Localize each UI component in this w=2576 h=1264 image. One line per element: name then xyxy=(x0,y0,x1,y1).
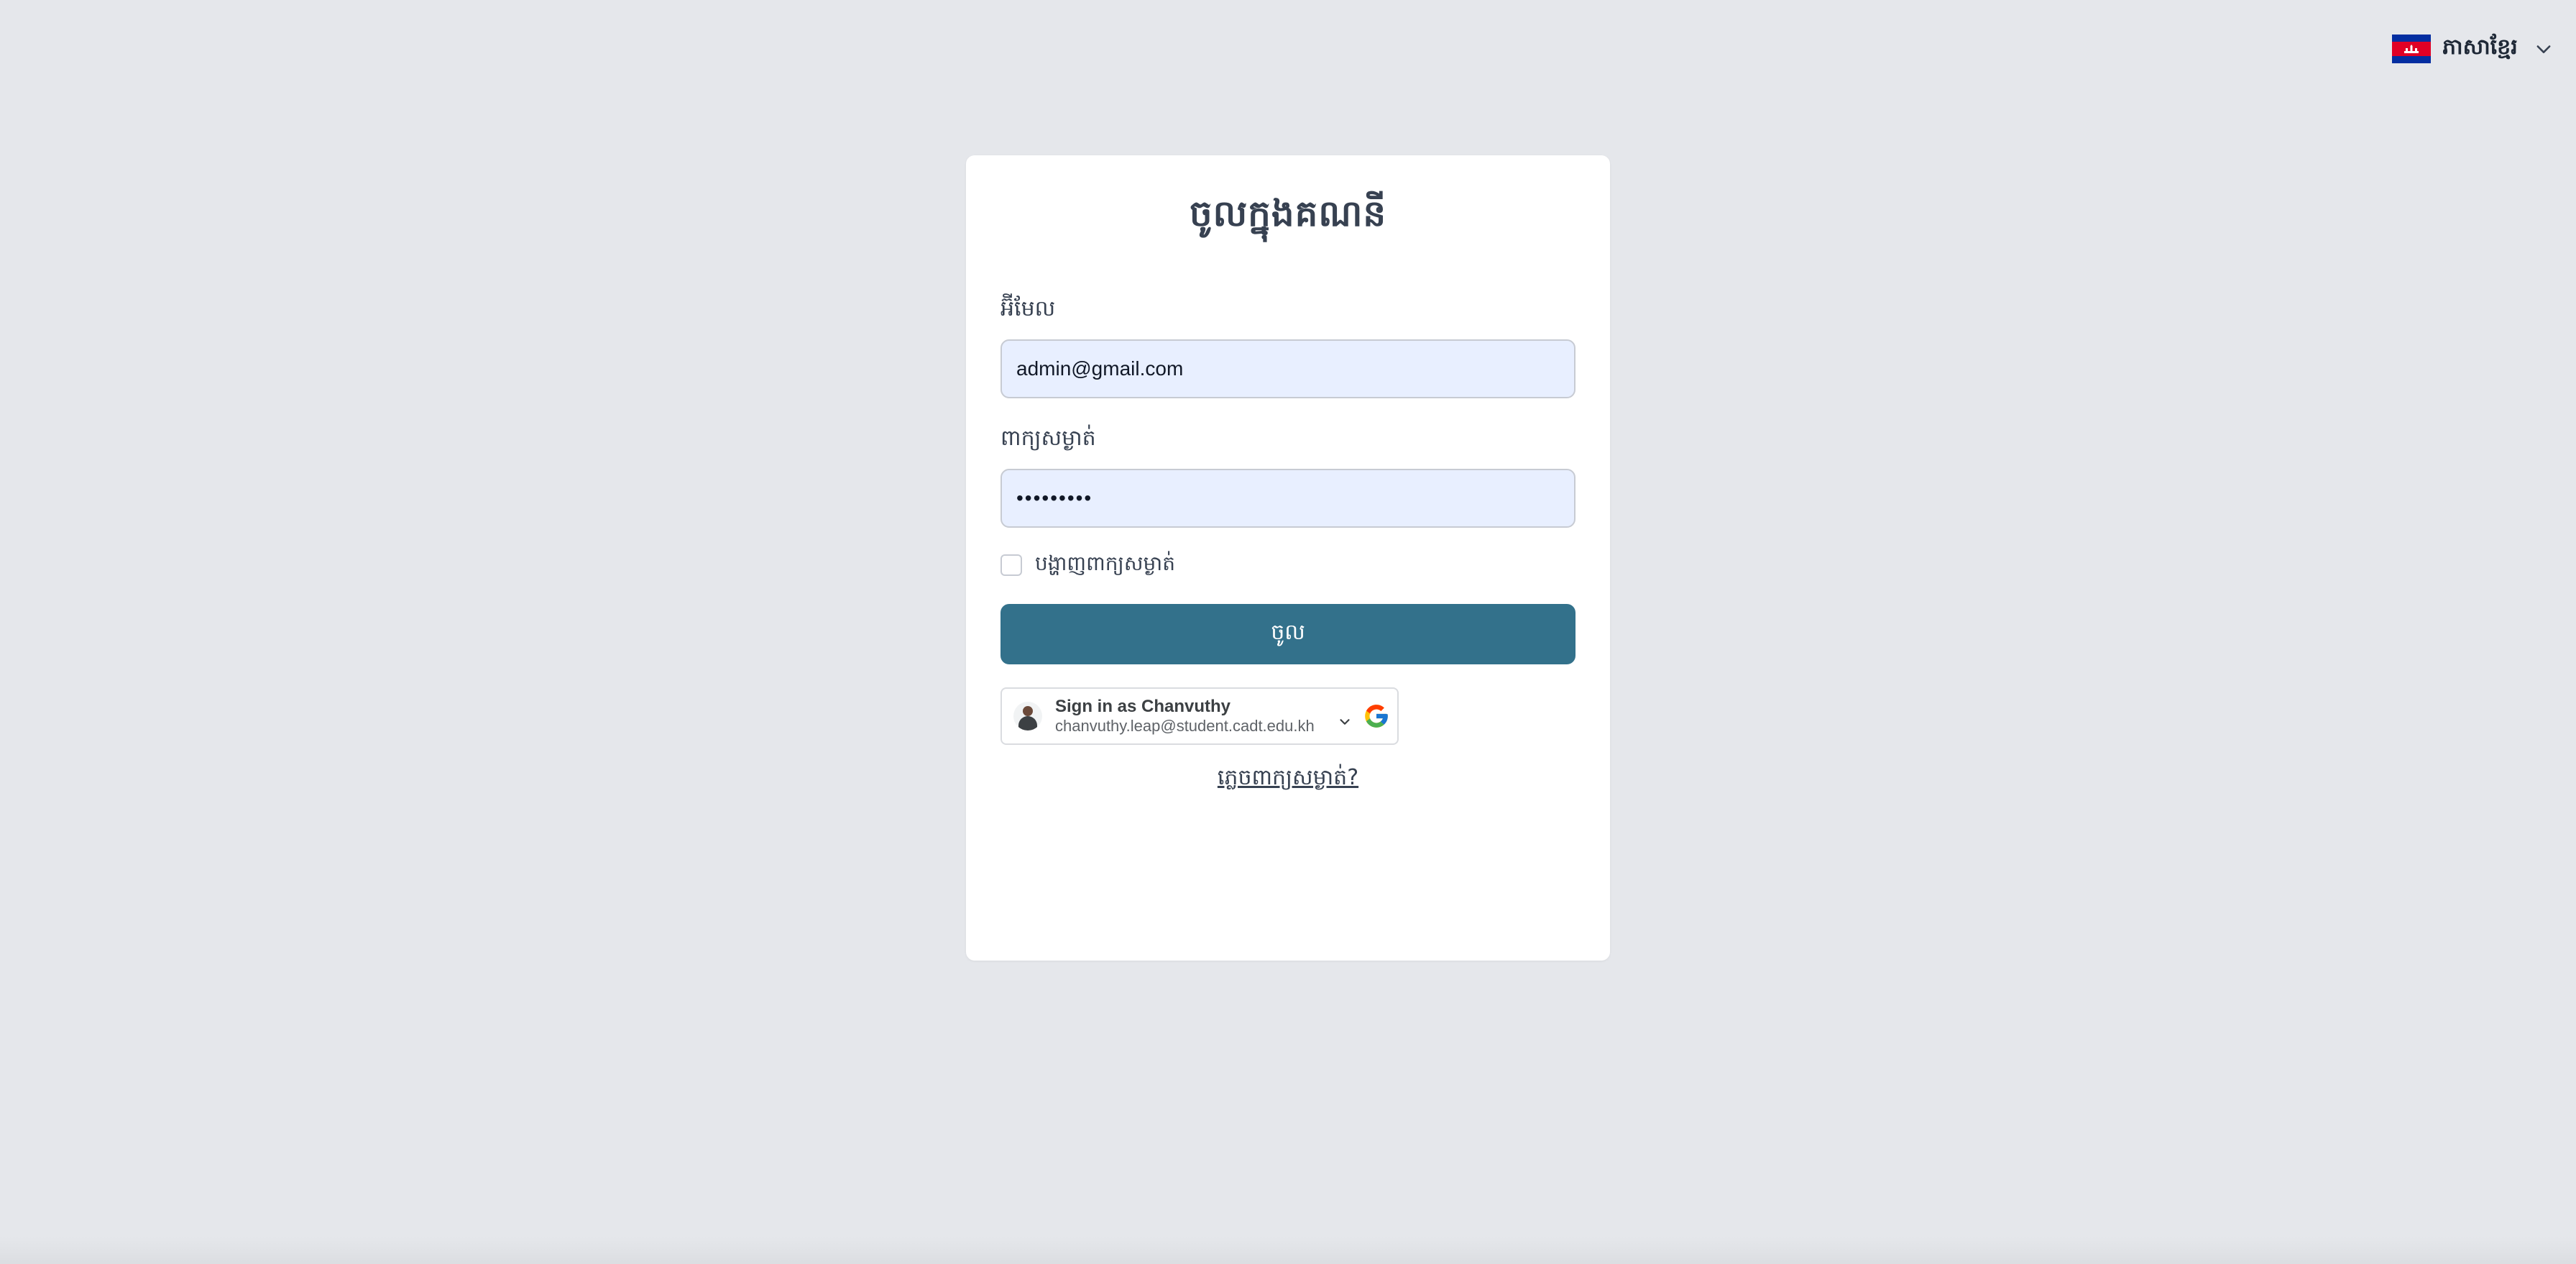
show-password-checkbox[interactable] xyxy=(1000,554,1022,576)
google-account-email: chanvuthy.leap@student.cadt.edu.kh xyxy=(1055,717,1315,735)
chevron-down-icon xyxy=(2536,45,2551,53)
user-avatar xyxy=(1013,702,1042,731)
language-label: ភាសាខ្មែរ xyxy=(2442,35,2518,60)
show-password-label: បង្ហាញពាក្យសម្ងាត់ xyxy=(1035,551,1175,575)
chevron-down-icon[interactable] xyxy=(1337,714,1353,730)
language-switcher[interactable]: ភាសាខ្មែរ xyxy=(2392,32,2554,66)
show-password-toggle[interactable]: បង្ហាញពាក្យសម្ងាត់ xyxy=(1000,551,1175,580)
forgot-password-link[interactable]: ភ្លេចពាក្យសម្ងាត់? xyxy=(966,764,1610,795)
password-label: ពាក្យសម្ងាត់ xyxy=(1000,426,1096,451)
google-account-info: Sign in as Chanvuthy chanvuthy.leap@stud… xyxy=(1055,697,1337,736)
email-field[interactable] xyxy=(1000,339,1576,398)
password-field[interactable] xyxy=(1000,469,1576,528)
page-title: ចូលក្នុងគណនី xyxy=(1189,193,1387,234)
login-card: ចូលក្នុងគណនី អ៊ីមែល ពាក្យសម្ងាត់ បង្ហាញព… xyxy=(966,155,1610,961)
email-label: អ៊ីមែល xyxy=(1000,296,1056,321)
google-signin-title: Sign in as Chanvuthy xyxy=(1055,697,1231,716)
google-logo-icon xyxy=(1365,705,1388,728)
google-signin-button[interactable]: Sign in as Chanvuthy chanvuthy.leap@stud… xyxy=(1000,687,1399,745)
cambodia-flag-icon xyxy=(2392,35,2431,63)
login-button[interactable]: ចូល xyxy=(1000,604,1576,664)
bottom-edge-shadow xyxy=(0,1237,2576,1264)
